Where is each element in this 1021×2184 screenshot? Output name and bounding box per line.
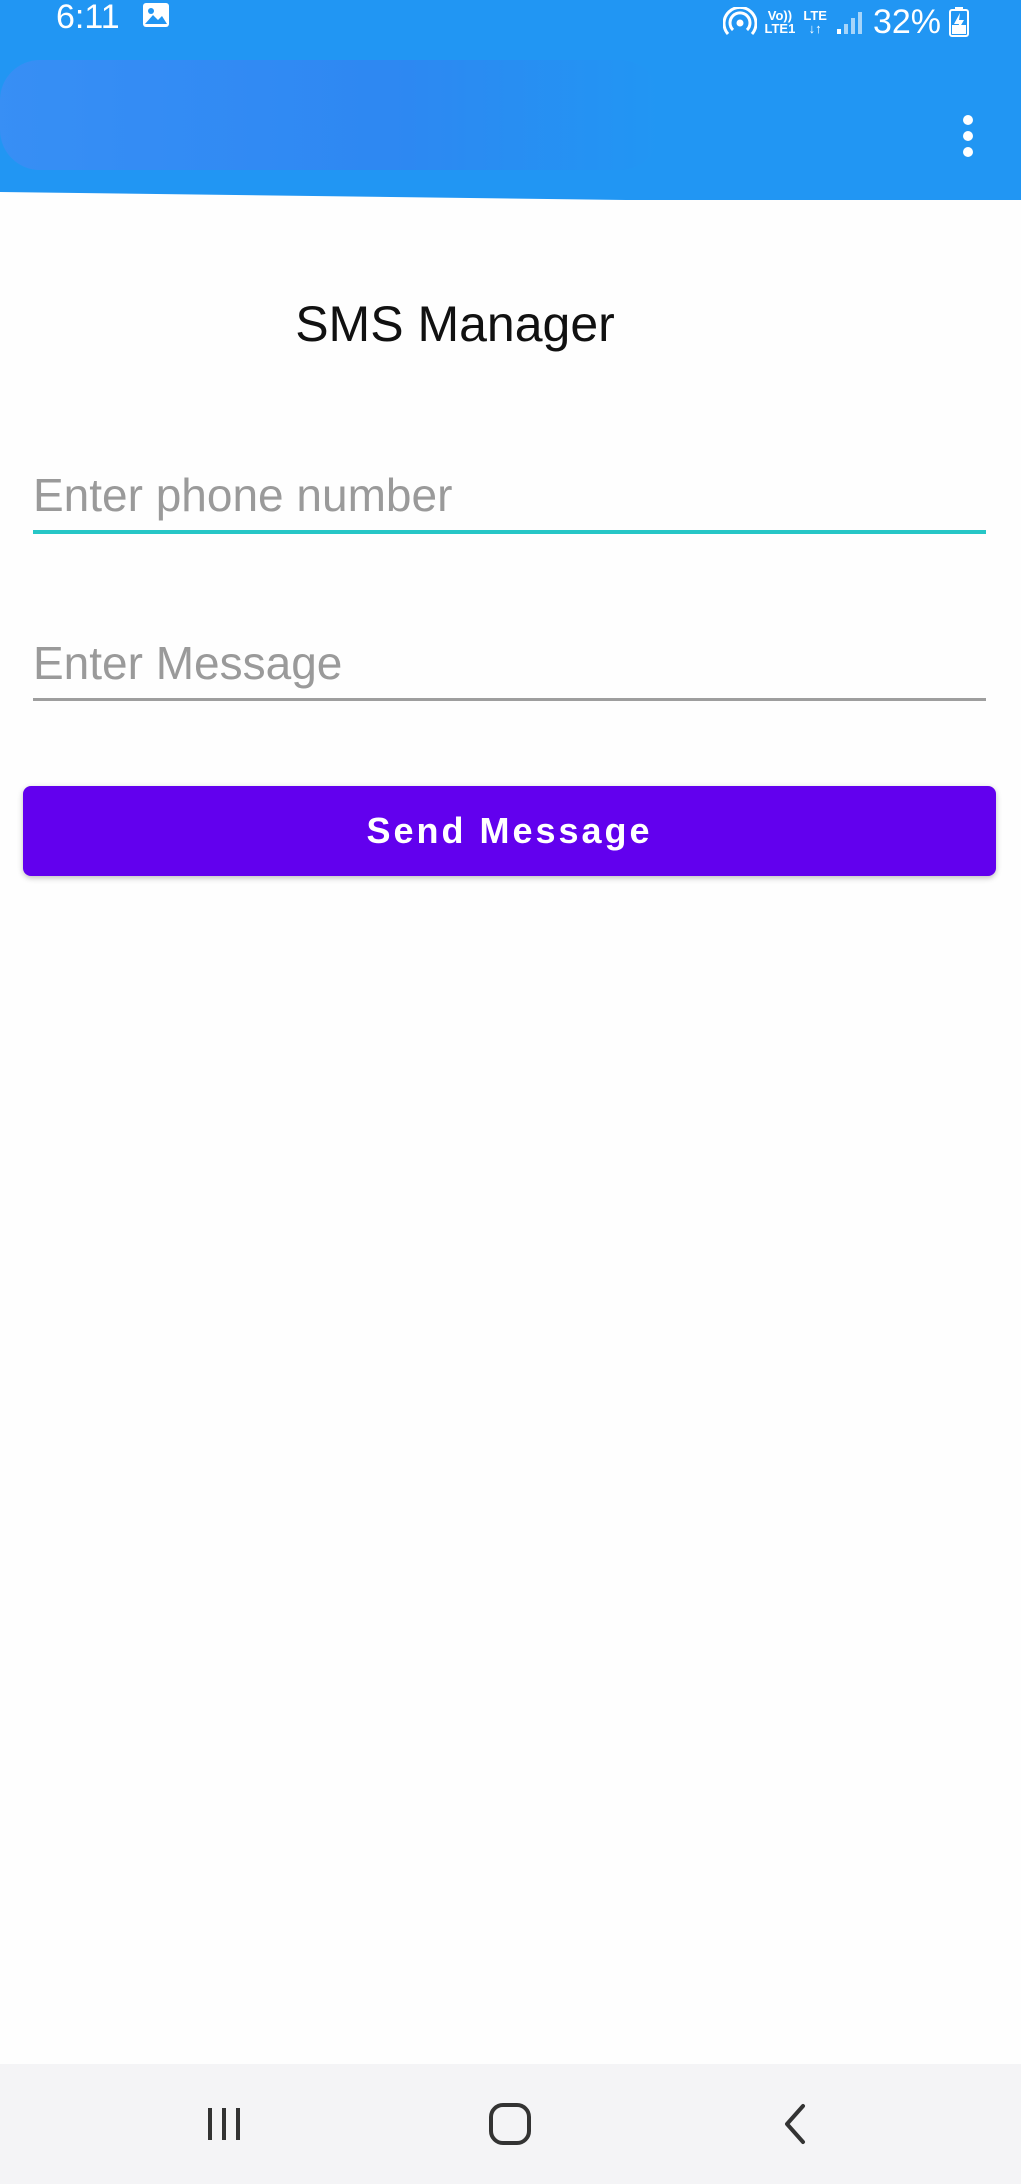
volte-indicator: Vo)) LTE1 [765,9,796,35]
status-time: 6:11 [56,0,120,36]
gallery-icon [143,3,169,27]
home-icon [489,2103,531,2145]
back-icon [785,2104,805,2144]
send-message-button[interactable]: Send Message [23,786,996,876]
status-bar: 6:11 Vo)) LTE1 LTE ↓↑ 32% [0,0,1021,44]
hotspot-icon [722,7,757,35]
battery-percent: 32% [872,2,941,41]
status-icons: Vo)) LTE1 LTE ↓↑ 32% [722,2,969,42]
message-input[interactable] [33,628,986,701]
redacted-title-scribble [0,60,660,170]
page-title: SMS Manager [295,296,615,352]
lte-arrows: ↓↑ [808,21,822,36]
back-button[interactable] [736,2064,856,2184]
battery-charging-icon [949,7,969,37]
recents-button[interactable] [164,2064,284,2184]
recents-icon [208,2108,240,2140]
home-button[interactable] [450,2064,570,2184]
navigation-bar [0,2064,1021,2184]
signal-icon [836,12,862,34]
lte-indicator: LTE ↓↑ [803,9,827,35]
more-vert-icon[interactable] [956,112,980,160]
lte1-label: LTE1 [764,21,796,36]
phone-number-input[interactable] [33,460,986,534]
